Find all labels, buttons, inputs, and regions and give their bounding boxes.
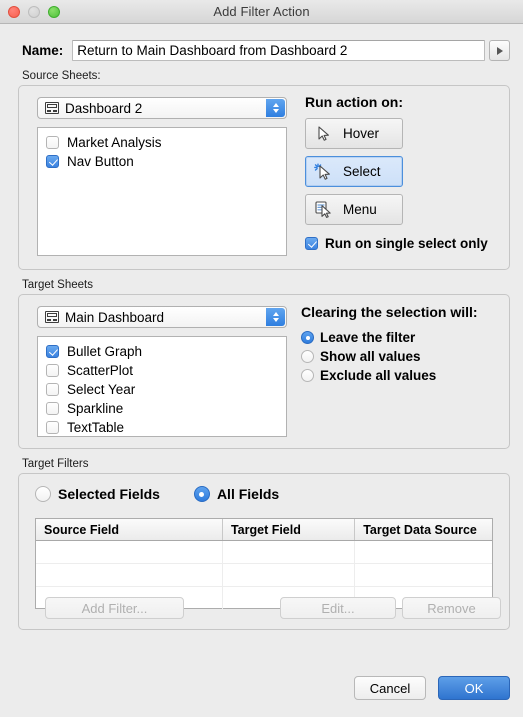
- list-item-label: Nav Button: [67, 154, 134, 169]
- minimize-button[interactable]: [28, 5, 40, 18]
- ok-button[interactable]: OK: [438, 676, 510, 700]
- run-action-hover-button[interactable]: Hover: [305, 118, 403, 149]
- dashboard-icon: [45, 102, 59, 114]
- clearing-option-show-all[interactable]: Show all values: [301, 347, 436, 366]
- column-header-source-field[interactable]: Source Field: [36, 519, 223, 540]
- column-header-target-data-source[interactable]: Target Data Source: [355, 519, 492, 540]
- checkbox-unchecked-icon[interactable]: [46, 383, 59, 396]
- table-cell: [355, 541, 492, 563]
- chevron-updown-icon: [266, 308, 285, 326]
- title-bar: Add Filter Action: [0, 0, 523, 24]
- clearing-option-exclude-all-label: Exclude all values: [320, 368, 437, 383]
- run-single-select-row[interactable]: Run on single select only: [305, 236, 488, 251]
- checkbox-unchecked-icon[interactable]: [46, 364, 59, 377]
- radio-unselected-icon[interactable]: [35, 486, 51, 502]
- run-action-menu-label: Menu: [343, 202, 377, 217]
- table-cell: [36, 564, 223, 586]
- field-mode-all-fields-label: All Fields: [216, 486, 280, 502]
- list-item[interactable]: Nav Button: [38, 152, 286, 171]
- window-title: Add Filter Action: [213, 4, 310, 19]
- dashboard-icon: [45, 311, 59, 323]
- source-sheet-dropdown-value: Dashboard 2: [65, 100, 143, 116]
- column-header-target-field[interactable]: Target Field: [223, 519, 356, 540]
- name-disclosure-button[interactable]: [489, 40, 510, 61]
- run-action-select-label: Select: [343, 164, 381, 179]
- run-action-select-button[interactable]: Select: [305, 156, 403, 187]
- remove-filter-button[interactable]: Remove: [402, 597, 501, 619]
- checkbox-checked-icon[interactable]: [46, 345, 59, 358]
- name-row: Name:: [22, 40, 510, 61]
- list-item-label: Bullet Graph: [67, 344, 143, 359]
- run-action-hover-label: Hover: [343, 126, 380, 141]
- table-row[interactable]: [36, 541, 492, 564]
- checkbox-checked-icon[interactable]: [305, 237, 318, 250]
- list-item[interactable]: TextTable: [38, 418, 286, 436]
- zoom-button[interactable]: [48, 5, 60, 18]
- list-item-label: ScatterPlot: [67, 363, 134, 378]
- table-header-row: Source Field Target Field Target Data So…: [36, 519, 492, 541]
- source-sheets-list[interactable]: Market Analysis Nav Button: [37, 127, 287, 256]
- clearing-option-show-all-label: Show all values: [320, 349, 421, 364]
- target-filters-group: Selected Fields All Fields Source Field …: [18, 473, 510, 630]
- clearing-option-leave-label: Leave the filter: [320, 330, 416, 345]
- name-input[interactable]: [72, 40, 485, 61]
- window-controls: [8, 0, 60, 23]
- list-item[interactable]: ScatterPlot: [38, 361, 286, 380]
- table-cell: [223, 541, 356, 563]
- list-item[interactable]: Market Analysis: [38, 133, 286, 152]
- add-filter-action-dialog: Add Filter Action Name: Source Sheets: D…: [0, 0, 523, 717]
- target-filters-label: Target Filters: [22, 458, 89, 470]
- field-mode-selected-fields-label: Selected Fields: [58, 486, 160, 502]
- source-sheets-group: Dashboard 2 Market Analysis Nav Button R…: [18, 85, 510, 270]
- list-item[interactable]: Sparkline: [38, 399, 286, 418]
- checkbox-checked-icon[interactable]: [46, 155, 59, 168]
- target-sheet-dropdown-value: Main Dashboard: [65, 309, 165, 325]
- target-sheets-group: Main Dashboard Bullet Graph ScatterPlot …: [18, 294, 510, 449]
- list-item-label: Sparkline: [67, 401, 124, 416]
- field-mode-selected-fields[interactable]: Selected Fields: [35, 486, 160, 502]
- clearing-heading: Clearing the selection will:: [301, 304, 478, 320]
- list-item-label: TextTable: [67, 420, 125, 435]
- cursor-click-icon: [311, 163, 337, 181]
- target-sheet-dropdown[interactable]: Main Dashboard: [37, 306, 287, 328]
- clearing-option-exclude-all[interactable]: Exclude all values: [301, 366, 436, 385]
- field-mode-radios: Selected Fields All Fields: [35, 486, 279, 502]
- checkbox-unchecked-icon[interactable]: [46, 136, 59, 149]
- target-filters-table[interactable]: Source Field Target Field Target Data So…: [35, 518, 493, 610]
- run-action-menu-button[interactable]: Menu: [305, 194, 403, 225]
- field-mode-all-fields[interactable]: All Fields: [193, 486, 280, 502]
- radio-selected-icon[interactable]: [193, 486, 210, 502]
- source-sheet-dropdown[interactable]: Dashboard 2: [37, 97, 287, 119]
- list-item-label: Select Year: [67, 382, 136, 397]
- radio-unselected-icon[interactable]: [301, 350, 314, 363]
- table-cell: [223, 564, 356, 586]
- table-row[interactable]: [36, 564, 492, 587]
- list-item-label: Market Analysis: [67, 135, 162, 150]
- cancel-button[interactable]: Cancel: [354, 676, 426, 700]
- table-cell: [355, 564, 492, 586]
- add-filter-button[interactable]: Add Filter...: [45, 597, 184, 619]
- list-item[interactable]: Bullet Graph: [38, 342, 286, 361]
- chevron-updown-icon: [266, 99, 285, 117]
- run-single-select-label: Run on single select only: [325, 236, 488, 251]
- source-sheets-label: Source Sheets:: [22, 70, 101, 82]
- clearing-option-leave[interactable]: Leave the filter: [301, 328, 436, 347]
- table-cell: [36, 541, 223, 563]
- edit-filter-button[interactable]: Edit...: [280, 597, 396, 619]
- cursor-menu-icon: [311, 201, 337, 218]
- checkbox-unchecked-icon[interactable]: [46, 421, 59, 434]
- name-label: Name:: [22, 43, 64, 58]
- target-sheets-list[interactable]: Bullet Graph ScatterPlot Select Year Spa…: [37, 336, 287, 437]
- radio-unselected-icon[interactable]: [301, 369, 314, 382]
- dialog-footer: Cancel OK: [354, 676, 510, 700]
- clearing-options: Leave the filter Show all values Exclude…: [301, 328, 436, 385]
- target-sheets-label: Target Sheets: [22, 279, 93, 291]
- cursor-arrow-icon: [311, 125, 337, 142]
- list-item[interactable]: Select Year: [38, 380, 286, 399]
- checkbox-unchecked-icon[interactable]: [46, 402, 59, 415]
- radio-selected-icon[interactable]: [301, 331, 314, 344]
- close-button[interactable]: [8, 5, 20, 18]
- run-action-heading: Run action on:: [305, 94, 403, 110]
- triangle-right-icon: [496, 46, 503, 55]
